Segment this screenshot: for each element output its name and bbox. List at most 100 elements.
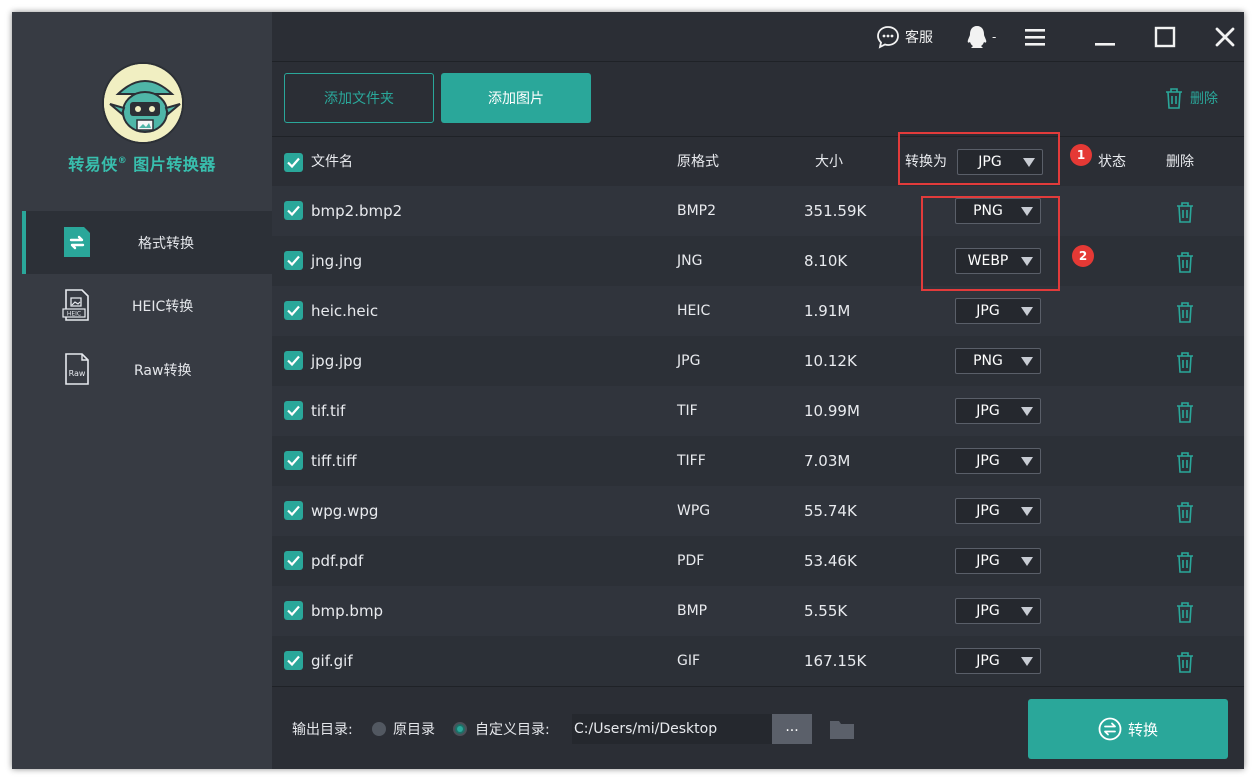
file-size: 53.46K bbox=[804, 552, 857, 570]
row-trash-icon[interactable] bbox=[1175, 451, 1195, 473]
row-trash-icon[interactable] bbox=[1175, 501, 1195, 523]
menu-button[interactable] bbox=[1024, 24, 1046, 50]
maximize-button[interactable] bbox=[1154, 24, 1176, 50]
close-button[interactable] bbox=[1214, 24, 1236, 50]
target-format-value: JPG bbox=[976, 403, 1000, 419]
target-format-select[interactable]: WEBP bbox=[955, 248, 1041, 274]
row-checkbox[interactable] bbox=[284, 301, 303, 320]
title-bar: 客服 - bbox=[272, 12, 1244, 62]
minimize-button[interactable] bbox=[1094, 24, 1116, 50]
file-format: WPG bbox=[677, 503, 711, 519]
sidebar-item-label: Raw转换 bbox=[134, 362, 192, 379]
dropdown-arrow-icon bbox=[1021, 657, 1033, 666]
target-format-select[interactable]: JPG bbox=[955, 498, 1041, 524]
global-format-select[interactable]: JPG bbox=[957, 149, 1043, 175]
user-avatar-icon bbox=[967, 26, 987, 48]
table-row: pdf.pdf PDF 53.46K JPG bbox=[272, 536, 1244, 586]
target-format-select[interactable]: JPG bbox=[955, 648, 1041, 674]
file-size: 1.91M bbox=[804, 302, 851, 320]
table-row: gif.gif GIF 167.15K JPG bbox=[272, 636, 1244, 686]
sidebar-item-heic-convert[interactable]: HEIC HEIC转换 bbox=[22, 274, 272, 337]
row-checkbox[interactable] bbox=[284, 501, 303, 520]
row-checkbox[interactable] bbox=[284, 651, 303, 670]
file-format: TIF bbox=[677, 403, 698, 419]
file-name: bmp.bmp bbox=[311, 602, 384, 620]
file-size: 7.03M bbox=[804, 452, 851, 470]
header-filename: 文件名 bbox=[311, 154, 353, 170]
radio-custom-dir[interactable] bbox=[453, 722, 467, 736]
sidebar-item-format-convert[interactable]: 格式转换 bbox=[22, 211, 272, 274]
close-icon bbox=[1215, 27, 1235, 47]
row-trash-icon[interactable] bbox=[1175, 601, 1195, 623]
row-checkbox[interactable] bbox=[284, 601, 303, 620]
target-format-value: PNG bbox=[973, 353, 1003, 369]
hamburger-menu-icon bbox=[1025, 29, 1045, 46]
file-size: 10.99M bbox=[804, 402, 860, 420]
file-format: PDF bbox=[677, 553, 705, 569]
chat-bubble-icon bbox=[877, 26, 899, 49]
row-trash-icon[interactable] bbox=[1175, 401, 1195, 423]
row-trash-icon[interactable] bbox=[1175, 351, 1195, 373]
add-image-button[interactable]: 添加图片 bbox=[441, 73, 591, 123]
table-row: bmp.bmp BMP 5.55K JPG bbox=[272, 586, 1244, 636]
dropdown-arrow-icon bbox=[1021, 457, 1033, 466]
convert-button[interactable]: 转换 bbox=[1028, 699, 1228, 759]
header-status: 状态 bbox=[1098, 154, 1126, 170]
file-name: wpg.wpg bbox=[311, 502, 379, 520]
row-checkbox[interactable] bbox=[284, 251, 303, 270]
radio-original-dir[interactable] bbox=[372, 722, 386, 736]
select-all-checkbox[interactable] bbox=[284, 153, 303, 172]
check-icon bbox=[287, 655, 300, 667]
maximize-icon bbox=[1154, 26, 1176, 48]
file-name: jpg.jpg bbox=[311, 352, 363, 370]
target-format-select[interactable]: JPG bbox=[955, 398, 1041, 424]
file-size: 10.12K bbox=[804, 352, 857, 370]
sidebar-item-raw-convert[interactable]: Raw Raw转换 bbox=[22, 338, 272, 401]
file-format: BMP2 bbox=[677, 203, 717, 219]
file-name: jng.jng bbox=[311, 252, 363, 270]
row-checkbox[interactable] bbox=[284, 201, 303, 220]
row-checkbox[interactable] bbox=[284, 351, 303, 370]
svg-text:HEIC: HEIC bbox=[67, 311, 81, 318]
row-trash-icon[interactable] bbox=[1175, 551, 1195, 573]
row-trash-icon[interactable] bbox=[1175, 301, 1195, 323]
target-format-select[interactable]: JPG bbox=[955, 598, 1041, 624]
dropdown-arrow-icon bbox=[1021, 307, 1033, 316]
user-account-button[interactable]: - bbox=[966, 24, 996, 50]
annotation-badge-1: 1 bbox=[1070, 144, 1092, 166]
annotation-badge-2: 2 bbox=[1072, 245, 1094, 267]
svg-text:Raw: Raw bbox=[69, 369, 86, 378]
open-folder-button[interactable] bbox=[829, 718, 855, 744]
check-icon bbox=[287, 555, 300, 567]
check-icon bbox=[287, 505, 300, 517]
file-format: GIF bbox=[677, 653, 701, 669]
browse-button[interactable]: ... bbox=[772, 714, 812, 744]
check-icon bbox=[287, 405, 300, 417]
add-folder-button[interactable]: 添加文件夹 bbox=[284, 73, 434, 123]
file-size: 351.59K bbox=[804, 202, 867, 220]
customer-service-button[interactable]: 客服 bbox=[876, 24, 933, 50]
convert-label: 转换 bbox=[1127, 720, 1158, 739]
row-checkbox[interactable] bbox=[284, 451, 303, 470]
file-name: tiff.tiff bbox=[311, 452, 357, 470]
row-checkbox[interactable] bbox=[284, 551, 303, 570]
delete-all-button[interactable]: 删除 bbox=[1164, 87, 1218, 109]
output-path-input[interactable] bbox=[572, 714, 772, 744]
target-format-select[interactable]: JPG bbox=[955, 448, 1041, 474]
file-name: bmp2.bmp2 bbox=[311, 202, 403, 220]
header-orig-format: 原格式 bbox=[677, 154, 719, 170]
row-checkbox[interactable] bbox=[284, 401, 303, 420]
table-row: jpg.jpg JPG 10.12K PNG bbox=[272, 336, 1244, 386]
row-trash-icon[interactable] bbox=[1175, 251, 1195, 273]
target-format-select[interactable]: JPG bbox=[955, 548, 1041, 574]
target-format-select[interactable]: PNG bbox=[955, 348, 1041, 374]
convert-arrows-icon bbox=[1098, 717, 1122, 741]
target-format-select[interactable]: PNG bbox=[955, 198, 1041, 224]
target-format-select[interactable]: JPG bbox=[955, 298, 1041, 324]
table-header: 文件名 原格式 大小 转换为 JPG 状态 删除 bbox=[272, 138, 1244, 186]
header-size: 大小 bbox=[815, 154, 843, 170]
sidebar: 转易侠® 图片转换器 格式转换 HEIC HEIC转换 Raw Raw转换 bbox=[12, 12, 272, 769]
row-trash-icon[interactable] bbox=[1175, 201, 1195, 223]
radio-custom-label: 自定义目录: bbox=[475, 722, 550, 738]
row-trash-icon[interactable] bbox=[1175, 651, 1195, 673]
